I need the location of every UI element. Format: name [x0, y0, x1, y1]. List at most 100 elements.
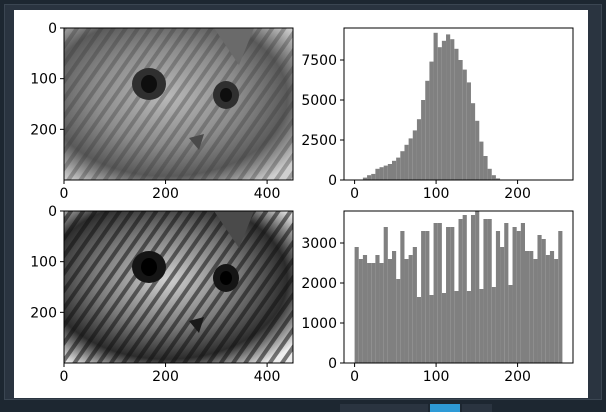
histogram-bar	[487, 168, 492, 180]
histogram-bar	[470, 103, 476, 180]
histogram-original-bars	[362, 32, 501, 181]
y-tick-label: 200	[30, 122, 57, 138]
histogram-bar	[441, 40, 447, 180]
histogram-bar	[362, 255, 368, 363]
histogram-bar	[416, 297, 422, 363]
histogram-bar	[416, 119, 422, 180]
histogram-bar	[400, 231, 405, 363]
histogram-bar	[524, 251, 530, 363]
histogram-bar	[500, 247, 505, 363]
y-tick-label: 200	[30, 305, 57, 321]
histogram-bar	[379, 263, 384, 363]
histogram-bar	[491, 287, 496, 363]
cat-image-original	[64, 28, 293, 180]
y-tick-label: 1000	[301, 316, 337, 332]
histogram-bar	[367, 175, 372, 180]
histogram-equalized-bars	[354, 211, 563, 363]
histogram-bar	[475, 211, 480, 363]
histogram-bar	[437, 47, 442, 181]
histogram-bar	[450, 39, 455, 181]
histogram-bar	[437, 223, 442, 363]
histogram-bar	[412, 130, 417, 180]
histogram-bar	[454, 291, 459, 363]
histogram-bar	[433, 223, 438, 363]
y-tick-label: 7500	[301, 53, 337, 69]
histogram-bar	[450, 227, 455, 363]
x-tick-label: 100	[423, 186, 450, 202]
histogram-bar	[387, 259, 393, 363]
histogram-bar	[558, 231, 563, 363]
histogram-bar	[462, 69, 467, 180]
histogram-bar	[487, 219, 492, 363]
histogram-bar	[387, 164, 393, 180]
histogram-bar	[396, 157, 401, 180]
histogram-bar	[529, 251, 534, 363]
histogram-bar	[462, 215, 467, 363]
histogram-bar	[508, 285, 513, 363]
x-tick-label: 200	[504, 186, 531, 202]
y-tick-label: 0	[328, 356, 337, 372]
histogram-bar	[375, 168, 380, 180]
histogram-bar	[421, 231, 426, 363]
histogram-bar	[371, 173, 376, 180]
histogram-bar	[367, 263, 372, 363]
y-tick-label: 100	[30, 255, 57, 271]
histogram-bar	[425, 231, 430, 363]
x-tick-label: 400	[254, 369, 281, 385]
histogram-bar	[554, 259, 559, 363]
histogram-bar	[392, 251, 397, 363]
x-tick-label: 100	[423, 369, 450, 385]
x-tick-label: 0	[350, 369, 359, 385]
histogram-bar	[495, 231, 501, 363]
histogram-bar	[475, 120, 480, 180]
y-tick-label: 0	[48, 21, 57, 37]
figure-canvas: 0 100 200 0 200 400 0 2500 5000 7500 0 100 200	[14, 10, 588, 398]
x-tick-label: 200	[152, 186, 179, 202]
x-tick-label: 0	[350, 186, 359, 202]
histogram-bar	[479, 141, 484, 180]
histogram-bar	[541, 239, 546, 363]
histogram-bar	[520, 223, 525, 363]
bottom-bar-tab[interactable]	[340, 404, 428, 412]
histogram-bar	[512, 227, 517, 363]
histogram-bar	[383, 227, 388, 363]
x-tick-label: 0	[60, 186, 69, 202]
histogram-bar	[383, 165, 388, 180]
histogram-bar	[458, 60, 463, 180]
histogram-bar	[483, 156, 488, 180]
axes-bottom-left-image: 0 100 200 0 200 400	[30, 204, 294, 385]
axes-bottom-right-histogram: 0 1000 2000 3000 0 100 200	[301, 210, 574, 385]
bottom-bar-tab[interactable]	[462, 404, 492, 412]
histogram-bar	[400, 151, 405, 180]
histogram-bar	[404, 259, 409, 363]
histogram-bar	[396, 279, 401, 363]
histogram-bar	[516, 231, 521, 363]
histogram-bar	[504, 223, 509, 363]
histogram-bar	[379, 167, 384, 180]
histogram-bar	[358, 259, 363, 363]
histogram-bar	[483, 219, 488, 363]
y-tick-label: 100	[30, 72, 57, 88]
histogram-bar	[354, 247, 359, 363]
figure-svg: 0 100 200 0 200 400 0 2500 5000 7500 0 100 200	[30, 21, 574, 385]
histogram-bar	[454, 48, 459, 180]
x-tick-label: 0	[60, 369, 69, 385]
histogram-bar	[470, 215, 476, 363]
x-tick-label: 200	[504, 369, 531, 385]
histogram-bar	[371, 263, 376, 363]
histogram-bar	[433, 32, 438, 180]
y-tick-label: 0	[48, 204, 57, 220]
histogram-bar	[375, 255, 380, 363]
histogram-bar	[429, 61, 434, 180]
histogram-bar	[446, 227, 451, 363]
y-tick-label: 2000	[301, 276, 337, 292]
y-tick-label: 2500	[301, 133, 337, 149]
bottom-bar-active-tab[interactable]	[430, 404, 460, 412]
window-bottom-bar	[0, 400, 606, 412]
histogram-bar	[537, 235, 542, 363]
histogram-bar	[421, 100, 426, 180]
histogram-bar	[408, 255, 413, 363]
histogram-bar	[425, 80, 430, 180]
cat-image-equalized	[64, 211, 293, 363]
y-tick-label: 5000	[301, 93, 337, 109]
